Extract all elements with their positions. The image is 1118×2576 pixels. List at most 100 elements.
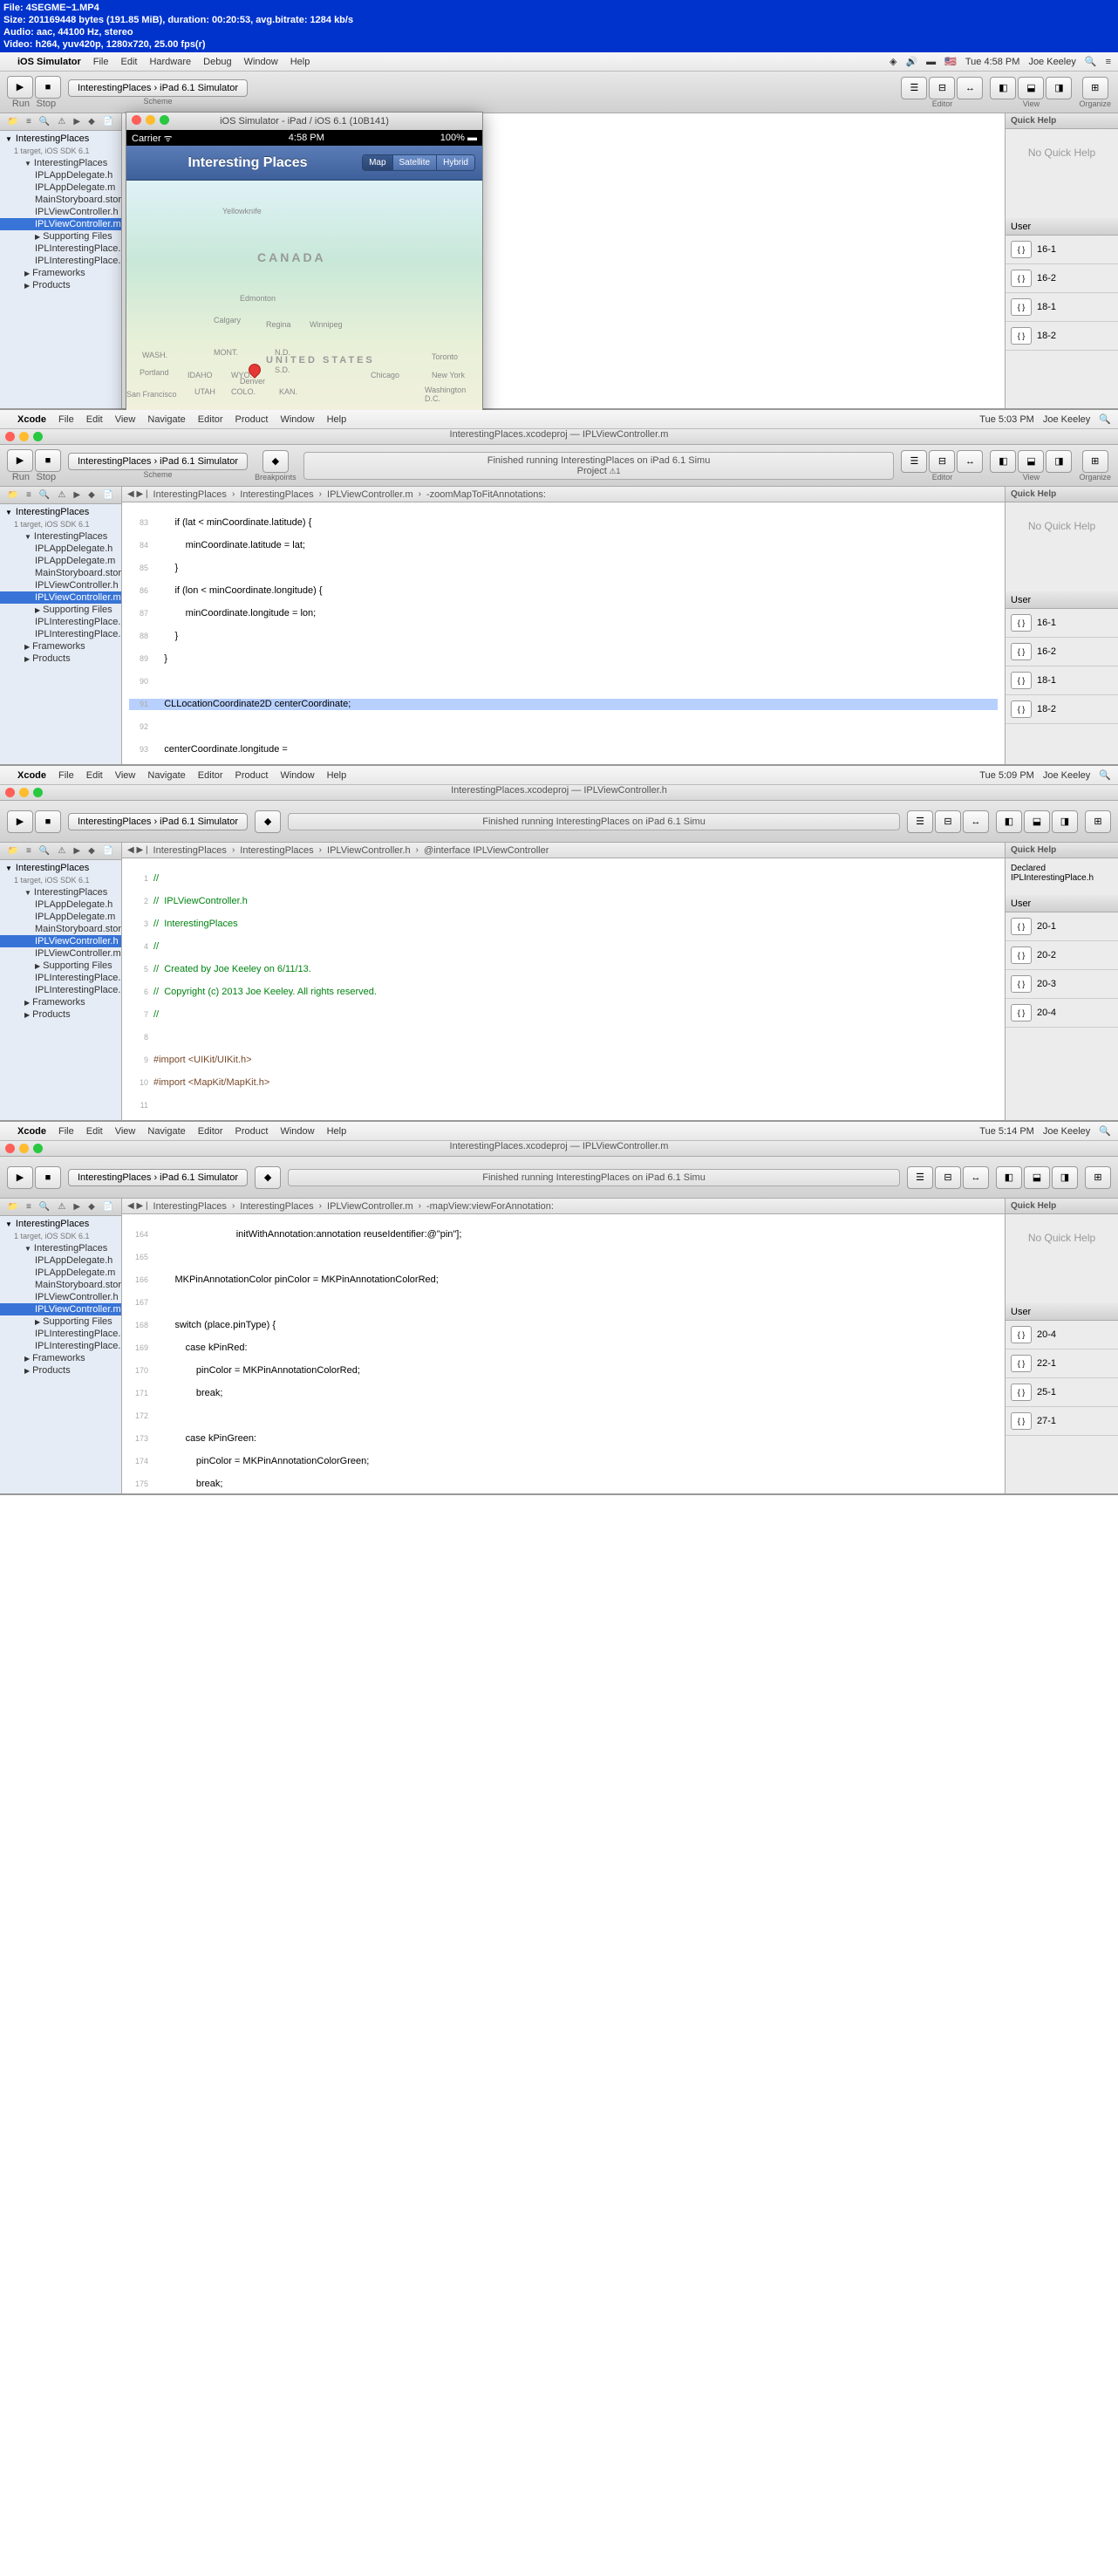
app-menu[interactable]: Xcode [17, 770, 46, 781]
snippet-item[interactable]: { }16-1 [1006, 609, 1118, 638]
tree-file[interactable]: MainStoryboard.storyboard [0, 194, 121, 206]
battery-icon[interactable]: ▬ [926, 57, 936, 67]
library-filter[interactable]: User [1011, 222, 1031, 232]
tree-file[interactable]: IPLInterestingPlace.m [0, 255, 121, 267]
code-area[interactable]: 83 if (lat < minCoordinate.latitude) { 8… [122, 502, 1005, 764]
close-button[interactable] [132, 115, 141, 125]
seg-satellite[interactable]: Satellite [393, 155, 438, 170]
tree-file[interactable]: IPLAppDelegate.h [0, 1254, 121, 1267]
tree-group[interactable]: ▼InterestingPlaces [0, 1242, 121, 1254]
tree-file[interactable]: IPLViewController.m [0, 947, 121, 960]
tree-file[interactable]: IPLAppDelegate.h [0, 543, 121, 555]
organizer-button[interactable]: ⊞ [1082, 450, 1108, 473]
map-type-control[interactable]: Map Satellite Hybrid [362, 154, 475, 171]
util-pane-button[interactable]: ◨ [1052, 1166, 1078, 1189]
snippet-item[interactable]: { }27-1 [1006, 1407, 1118, 1436]
version-editor-button[interactable]: ↔ [957, 77, 983, 99]
project-header[interactable]: ▼InterestingPlaces [0, 131, 121, 147]
spotlight-icon[interactable]: 🔍 [1099, 1125, 1111, 1137]
tree-file-selected[interactable]: IPLViewController.m [0, 591, 121, 604]
tree-file[interactable]: IPLAppDelegate.h [0, 169, 121, 181]
tree-file[interactable]: MainStoryboard.storyboard [0, 1279, 121, 1291]
seg-hybrid[interactable]: Hybrid [437, 155, 474, 170]
navigate-menu[interactable]: Navigate [147, 770, 185, 781]
app-menu[interactable]: Xcode [17, 1126, 46, 1137]
assistant-editor-button[interactable]: ⊟ [929, 77, 955, 99]
tree-file[interactable]: IPLAppDelegate.m [0, 1267, 121, 1279]
library-filter[interactable]: User [1011, 899, 1031, 909]
window-menu[interactable]: Window [280, 414, 314, 425]
navigate-menu[interactable]: Navigate [147, 414, 185, 425]
snippet-item[interactable]: { }20-4 [1006, 999, 1118, 1028]
assistant-editor-button[interactable]: ⊟ [935, 810, 961, 833]
flag-icon[interactable]: 🇺🇸 [944, 56, 957, 67]
tree-group[interactable]: ▶Supporting Files [0, 960, 121, 972]
view-menu[interactable]: View [115, 770, 136, 781]
editor-menu[interactable]: Editor [198, 770, 223, 781]
tree-file[interactable]: IPLViewController.h [0, 579, 121, 591]
snippet-item[interactable]: { }18-1 [1006, 666, 1118, 695]
library-filter[interactable]: User [1011, 1307, 1031, 1317]
tree-file[interactable]: IPLAppDelegate.h [0, 899, 121, 911]
stop-button[interactable]: ■ [35, 1166, 61, 1189]
edit-menu[interactable]: Edit [86, 1126, 103, 1137]
breakpoints-button[interactable]: ◆ [255, 810, 281, 833]
version-editor-button[interactable]: ↔ [963, 1166, 989, 1189]
util-pane-button[interactable]: ◨ [1046, 450, 1072, 473]
window-titlebar[interactable]: InterestingPlaces.xcodeproj — IPLViewCon… [0, 429, 1118, 445]
help-menu[interactable]: Help [327, 414, 347, 425]
tree-group[interactable]: ▶Products [0, 1364, 121, 1377]
tree-file-selected[interactable]: IPLViewController.m [0, 218, 121, 230]
run-button[interactable]: ▶ [7, 810, 33, 833]
product-menu[interactable]: Product [235, 1126, 269, 1137]
snippet-item[interactable]: { }18-1 [1006, 293, 1118, 322]
tree-file[interactable]: MainStoryboard.storyboard [0, 923, 121, 935]
close-button[interactable] [5, 788, 15, 797]
help-menu[interactable]: Help [327, 1126, 347, 1137]
tree-group[interactable]: ▶Frameworks [0, 640, 121, 653]
nav-pane-button[interactable]: ◧ [996, 810, 1022, 833]
snippet-item[interactable]: { }20-2 [1006, 941, 1118, 970]
run-button[interactable]: ▶ [7, 1166, 33, 1189]
clock[interactable]: Tue 5:09 PM [979, 770, 1034, 781]
tree-file[interactable]: IPLInterestingPlace.h [0, 972, 121, 984]
edit-menu[interactable]: Edit [120, 57, 137, 67]
minimize-button[interactable] [19, 788, 29, 797]
tree-group[interactable]: ▼InterestingPlaces [0, 530, 121, 543]
version-editor-button[interactable]: ↔ [963, 810, 989, 833]
stop-button[interactable]: ■ [35, 449, 61, 472]
window-titlebar[interactable]: InterestingPlaces.xcodeproj — IPLViewCon… [0, 1141, 1118, 1157]
tree-file[interactable]: IPLInterestingPlace.h [0, 616, 121, 628]
file-menu[interactable]: File [58, 1126, 74, 1137]
window-titlebar[interactable]: InterestingPlaces.xcodeproj — IPLViewCon… [0, 785, 1118, 801]
tree-file[interactable]: IPLViewController.h [0, 1291, 121, 1303]
snippet-item[interactable]: { }18-2 [1006, 322, 1118, 351]
snippet-item[interactable]: { }20-3 [1006, 970, 1118, 999]
tree-file-selected[interactable]: IPLViewController.h [0, 935, 121, 947]
tree-group[interactable]: ▶Supporting Files [0, 1315, 121, 1328]
tree-file[interactable]: IPLInterestingPlace.h [0, 1328, 121, 1340]
tree-group[interactable]: ▶Supporting Files [0, 230, 121, 243]
tree-file[interactable]: IPLAppDelegate.m [0, 555, 121, 567]
standard-editor-button[interactable]: ☰ [901, 450, 927, 473]
version-editor-button[interactable]: ↔ [957, 450, 983, 473]
breakpoints-button[interactable]: ◆ [262, 450, 289, 473]
tree-file[interactable]: IPLInterestingPlace.m [0, 1340, 121, 1352]
code-editor[interactable]: ◀ ▶ | InterestingPlaces › InterestingPla… [122, 1199, 1005, 1493]
sim-titlebar[interactable]: iOS Simulator - iPad / iOS 6.1 (10B141) [126, 113, 482, 130]
zoom-button[interactable] [160, 115, 169, 125]
window-menu[interactable]: Window [280, 770, 314, 781]
snippet-item[interactable]: { }20-1 [1006, 912, 1118, 941]
minimize-button[interactable] [146, 115, 155, 125]
snippet-item[interactable]: { }22-1 [1006, 1349, 1118, 1378]
tree-file[interactable]: IPLInterestingPlace.h [0, 243, 121, 255]
snippet-item[interactable]: { }16-1 [1006, 236, 1118, 264]
app-menu[interactable]: Xcode [17, 414, 46, 425]
run-button[interactable]: ▶ [7, 449, 33, 472]
scheme-selector[interactable]: InterestingPlaces › iPad 6.1 Simulator [68, 813, 248, 830]
minimize-button[interactable] [19, 432, 29, 441]
assistant-editor-button[interactable]: ⊟ [929, 450, 955, 473]
clock[interactable]: Tue 5:03 PM [979, 414, 1034, 425]
snippet-item[interactable]: { }20-4 [1006, 1321, 1118, 1349]
library-filter[interactable]: User [1011, 595, 1031, 605]
